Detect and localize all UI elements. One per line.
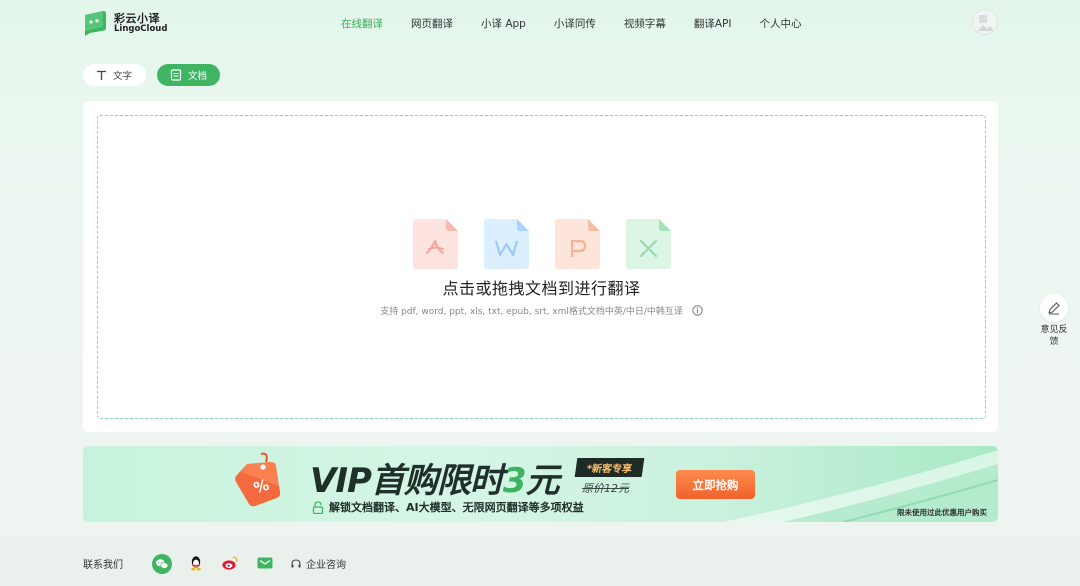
nav-app[interactable]: 小译 App: [481, 16, 526, 31]
word-icon: [484, 219, 529, 269]
logo-icon: [85, 10, 106, 36]
tab-document-label: 文档: [188, 71, 208, 82]
edit-pen-icon: [1048, 302, 1060, 315]
new-customer-badge: *新客专享: [574, 458, 645, 477]
footer: 联系我们 企业咨询: [0, 537, 1080, 586]
top-header: 彩云小译 LingoCloud 在线翻译 网页翻译 小译 App 小译同传 视频…: [0, 0, 1080, 46]
banner-title-suffix: 元: [525, 461, 560, 501]
upload-card: 点击或拖拽文档到进行翻译 支持 pdf, word, ppt, xls, txt…: [83, 101, 998, 432]
feedback-label: 意见反馈: [1040, 325, 1068, 347]
ppt-icon: [555, 219, 600, 269]
nav-web-translate[interactable]: 网页翻译: [411, 16, 453, 31]
feedback-button[interactable]: 意见反馈: [1040, 294, 1068, 348]
vip-promo-banner[interactable]: % VIP首购限时3元 *新客专享 原价12元 立即抢购 解锁文档翻译、AI大模…: [83, 446, 998, 522]
banner-title-prefix: VIP首购限时: [310, 461, 504, 501]
wechat-icon[interactable]: [152, 554, 172, 574]
excel-icon: [626, 219, 671, 269]
text-type-icon: [96, 70, 107, 81]
headset-icon: [290, 558, 302, 570]
info-icon[interactable]: [692, 304, 703, 319]
supported-formats-text: 支持 pdf, word, ppt, xls, txt, epub, srt, …: [380, 307, 683, 317]
nav-simultaneous[interactable]: 小译同传: [554, 16, 596, 31]
lock-icon: [312, 500, 324, 514]
email-icon[interactable]: [256, 554, 274, 572]
nav-personal-center[interactable]: 个人中心: [759, 16, 801, 31]
banner-title-price: 3: [502, 461, 527, 501]
logo-name-en: LingoCloud: [114, 24, 168, 34]
weibo-icon[interactable]: [221, 554, 239, 572]
file-dropzone[interactable]: 点击或拖拽文档到进行翻译 支持 pdf, word, ppt, xls, txt…: [97, 115, 986, 419]
pdf-icon: [413, 219, 458, 269]
nav-video-subtitle[interactable]: 视频字幕: [624, 16, 666, 31]
contact-us-label: 联系我们: [83, 560, 123, 571]
avatar-placeholder-icon: [978, 15, 994, 31]
user-avatar[interactable]: [972, 9, 998, 35]
original-price: 原价12元: [582, 482, 629, 495]
enterprise-consult-link[interactable]: 企业咨询: [290, 556, 346, 571]
enterprise-consult-label: 企业咨询: [306, 560, 346, 571]
nav-online-translate[interactable]: 在线翻译: [341, 16, 383, 31]
feedback-circle: [1040, 294, 1068, 322]
qq-icon[interactable]: [187, 554, 205, 572]
discount-tag-icon: %: [235, 452, 281, 507]
nav-api[interactable]: 翻译API: [694, 16, 732, 31]
main-nav: 在线翻译 网页翻译 小译 App 小译同传 视频字幕 翻译API 个人中心: [330, 0, 801, 46]
dropzone-title: 点击或拖拽文档到进行翻译: [442, 279, 641, 298]
logo[interactable]: 彩云小译 LingoCloud: [83, 9, 183, 37]
banner-note: 限未使用过此优惠用户购买: [897, 508, 987, 517]
tab-text-label: 文字: [113, 71, 133, 82]
buy-now-button[interactable]: 立即抢购: [676, 470, 755, 499]
banner-benefits-text: 解锁文档翻译、AI大模型、无限网页翻译等多项权益: [329, 501, 584, 514]
tab-document[interactable]: 文档: [157, 64, 220, 86]
document-icon: [170, 69, 182, 81]
dropzone-subtitle: 支持 pdf, word, ppt, xls, txt, epub, srt, …: [98, 304, 985, 319]
banner-subtitle: 解锁文档翻译、AI大模型、无限网页翻译等多项权益: [312, 499, 584, 515]
tab-text[interactable]: 文字: [83, 64, 146, 86]
banner-title: VIP首购限时3元: [310, 453, 560, 502]
